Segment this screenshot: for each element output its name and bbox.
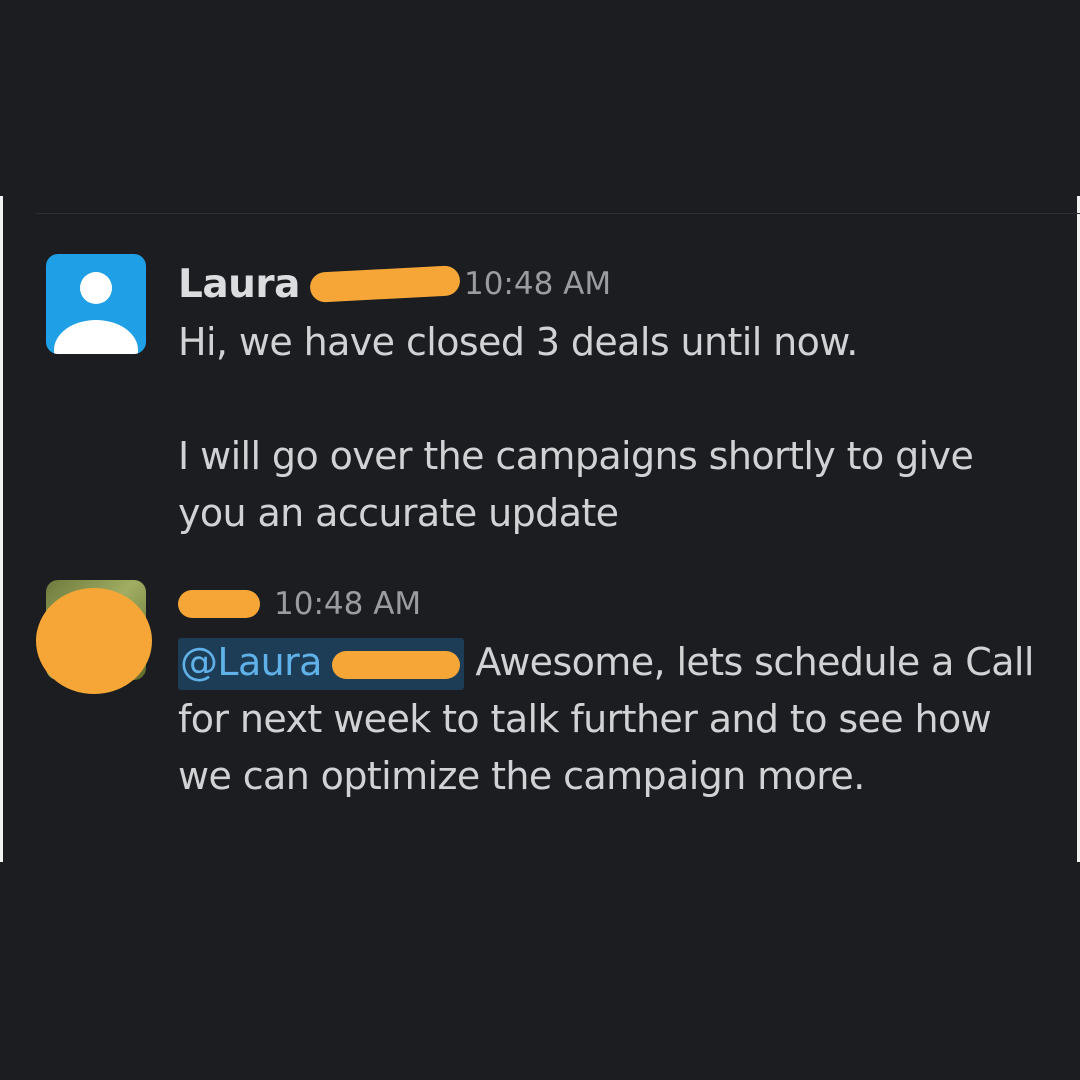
message-paragraph: I will go over the campaigns shortly to …: [178, 434, 974, 535]
message-divider: [36, 213, 1080, 214]
message-content: Laura 10:48 AM Hi, we have closed 3 deal…: [178, 254, 1040, 542]
message-content: 10:48 AM @Laura Awesome, lets schedule a…: [178, 574, 1040, 805]
message-timestamp[interactable]: 10:48 AM: [274, 586, 421, 622]
message-header: Laura 10:48 AM: [178, 254, 1040, 314]
mention-label: @Laura: [180, 640, 322, 684]
redaction-mark: [331, 650, 460, 679]
message-paragraph: Hi, we have closed 3 deals until now.: [178, 320, 858, 364]
message-paragraph: @Laura Awesome, lets schedule a Call for…: [178, 634, 1040, 805]
message-body: @Laura Awesome, lets schedule a Call for…: [178, 634, 1040, 805]
avatar-head: [80, 272, 112, 304]
redaction-mark: [178, 590, 260, 618]
chat-screenshot: Laura 10:48 AM Hi, we have closed 3 deal…: [0, 0, 1080, 1080]
user-mention[interactable]: @Laura: [178, 638, 464, 690]
author-name[interactable]: Laura: [178, 262, 300, 307]
message-timestamp[interactable]: 10:48 AM: [464, 266, 611, 302]
redaction-mark: [36, 588, 152, 694]
redaction-mark: [309, 265, 461, 303]
frame-edge-left: [0, 196, 3, 862]
message-body: Hi, we have closed 3 deals until now. I …: [178, 314, 1040, 542]
message-header: 10:48 AM: [178, 574, 1040, 634]
user-silhouette-icon[interactable]: [46, 254, 146, 354]
avatar-body: [54, 320, 138, 354]
